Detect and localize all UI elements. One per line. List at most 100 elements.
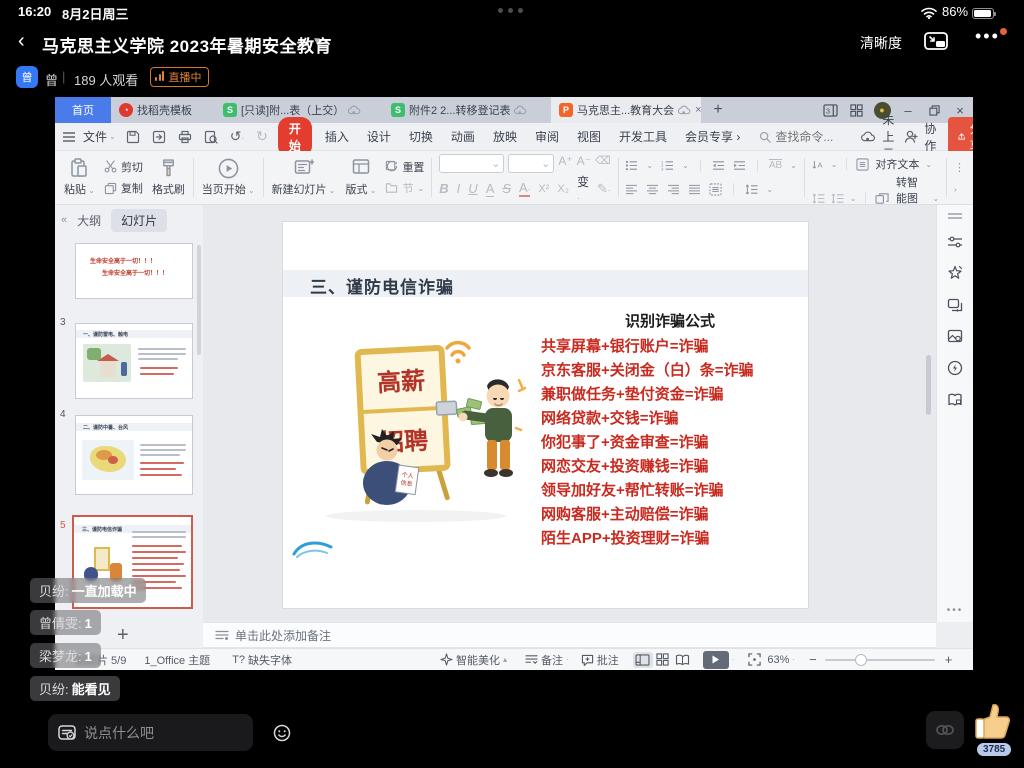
title-dropdown-icon[interactable]: ▼ [312, 36, 322, 47]
save-icon[interactable] [126, 130, 140, 144]
ribbon-tab[interactable]: 动画 [451, 128, 475, 145]
play-options-icon[interactable]: · [732, 655, 735, 664]
export-icon[interactable] [152, 130, 166, 144]
tab-wps-home[interactable]: 首页 [55, 97, 111, 123]
command-search-input[interactable] [775, 130, 855, 144]
font-family-select[interactable]: ⌄ [439, 154, 504, 173]
align-text-label[interactable]: 对齐文本 [875, 156, 919, 172]
slideshow-play-button[interactable] [703, 651, 729, 669]
tab-outline[interactable]: 大纲 [77, 212, 101, 229]
editing-canvas[interactable]: 三、谨防电信诈骗 高薪 招聘 [203, 205, 936, 622]
ribbon-tab[interactable]: 插入 [325, 128, 349, 145]
strikethrough-button[interactable]: S [502, 181, 511, 196]
notes-placeholder[interactable]: 单击此处添加备注 [235, 627, 331, 644]
slide-thumbnail-4[interactable]: 二、谨防中暑、台风 [75, 415, 193, 495]
undo-icon[interactable]: ↺· [230, 128, 244, 145]
text-direction-button[interactable]: AB [769, 160, 782, 171]
link-button[interactable] [926, 711, 964, 749]
collapse-panel-icon[interactable]: « [61, 214, 67, 226]
font-color-button[interactable]: A· [519, 180, 530, 197]
reference-icon[interactable] [947, 393, 963, 407]
slide-thumbnail-3[interactable]: 一、谨防雷电、触电 [75, 323, 193, 399]
new-slide-button[interactable]: 新建幻灯片 ⌄ [267, 154, 341, 201]
spacing-after-button[interactable] [831, 193, 844, 204]
ribbon-tab[interactable]: 会员专享 › [685, 128, 740, 145]
redo-icon[interactable]: ↻ [256, 128, 268, 145]
notes-bar[interactable]: 单击此处添加备注 [203, 622, 936, 648]
slide-sorter-view-button[interactable] [653, 652, 673, 668]
command-search[interactable] [759, 130, 855, 144]
line-spacing-button[interactable] [745, 184, 758, 195]
superscript-button[interactable]: X² [538, 183, 549, 195]
slide-5-canvas[interactable]: 三、谨防电信诈骗 高薪 招聘 [283, 222, 808, 608]
streamer-avatar[interactable]: 曾 [16, 66, 38, 88]
font-size-select[interactable]: ⌄ [508, 154, 554, 173]
collab-label[interactable]: 协作 [924, 120, 936, 154]
ribbon-tab[interactable]: 审阅 [535, 128, 559, 145]
smartart-button[interactable] [875, 192, 890, 205]
char-border-button[interactable]: A [486, 181, 495, 197]
object-properties-icon[interactable] [947, 236, 963, 248]
emoji-icon[interactable] [273, 724, 291, 742]
decrease-font-icon[interactable]: A⁻ [577, 154, 591, 173]
toolbar-scroll-icon[interactable]: › [954, 185, 965, 194]
print-preview-icon[interactable] [204, 130, 218, 144]
underline-button[interactable]: U [468, 181, 477, 196]
comments-button[interactable]: 批注 [581, 652, 619, 668]
cut-button[interactable]: 剪切 [104, 159, 143, 175]
format-painter-button[interactable]: 格式刷 [147, 154, 190, 201]
numbered-list-button[interactable] [661, 160, 674, 171]
align-right-button[interactable] [667, 184, 680, 195]
ribbon-tab[interactable]: 开发工具 [619, 128, 667, 145]
slide-thumbnail-2[interactable]: 生命安全高于一切！！！ 生命安全高于一切！！！ [75, 243, 193, 299]
phonetic-guide-button[interactable]: 变· [577, 173, 589, 204]
tab-docer[interactable]: ◔找稻壳模板 [111, 97, 215, 123]
ribbon-tab[interactable]: 放映 [493, 128, 517, 145]
decrease-indent-button[interactable] [712, 160, 725, 171]
reading-view-button[interactable] [673, 652, 693, 668]
play-from-current-button[interactable]: 当页开始 ⌄ [197, 154, 260, 201]
ribbon-tab[interactable]: 视图 [577, 128, 601, 145]
tab-slides[interactable]: 幻灯片 [111, 209, 167, 232]
cloud-status-icon[interactable] [861, 131, 876, 142]
subscript-button[interactable]: X₂ [557, 183, 569, 195]
like-button[interactable] [972, 700, 1012, 742]
pip-button[interactable] [924, 32, 948, 50]
image-tools-icon[interactable] [947, 329, 963, 343]
hamburger-icon[interactable] [63, 132, 75, 142]
chat-input-bar[interactable] [48, 714, 253, 751]
chat-input[interactable] [84, 725, 265, 741]
new-tab-button[interactable]: + [701, 97, 735, 123]
slide-title[interactable]: 三、谨防电信诈骗 [310, 273, 454, 298]
panel-scrollbar[interactable] [197, 245, 201, 355]
sidebar-drag-handle[interactable] [947, 213, 963, 219]
normal-view-button[interactable] [633, 652, 653, 668]
add-slide-button[interactable]: + [117, 624, 129, 647]
quick-tools-icon[interactable] [947, 360, 963, 376]
layout-button[interactable]: 版式 ⌄ [341, 154, 382, 201]
align-text-button[interactable] [856, 158, 869, 171]
notes-toggle-button[interactable]: 备注· [525, 652, 569, 668]
zoom-in-button[interactable]: + [945, 652, 953, 667]
zoom-out-button[interactable]: − [809, 652, 817, 667]
bold-button[interactable]: B [439, 181, 448, 196]
quality-button[interactable]: 清晰度 [860, 33, 902, 53]
clear-format-icon[interactable]: ⌫ [595, 154, 611, 173]
ribbon-tab[interactable]: 设计 [367, 128, 391, 145]
zoom-slider[interactable] [825, 659, 935, 661]
animation-icon[interactable] [947, 298, 963, 312]
text-rotate-button[interactable] [812, 159, 825, 170]
missing-font-button[interactable]: T?缺失字体 [232, 652, 292, 668]
danmaku-settings-icon[interactable] [58, 724, 76, 742]
tab-list-button[interactable] [817, 97, 843, 123]
zoom-level[interactable]: 63%· [767, 654, 795, 666]
sidebar-more-icon[interactable]: ••• [947, 605, 964, 616]
align-center-button[interactable] [646, 184, 659, 195]
canvas-scrollbar[interactable] [926, 355, 931, 415]
highlight-button[interactable]: ✎· [597, 181, 611, 197]
apps-grid-button[interactable] [843, 97, 869, 123]
copy-button[interactable]: 复制 [104, 180, 143, 196]
scam-cartoon-illustration[interactable]: 高薪 招聘 [301, 328, 536, 528]
reset-button[interactable]: 重置 [385, 159, 424, 175]
tab-sheet-attachment[interactable]: S附件2 2...转移登记表 [383, 97, 551, 123]
